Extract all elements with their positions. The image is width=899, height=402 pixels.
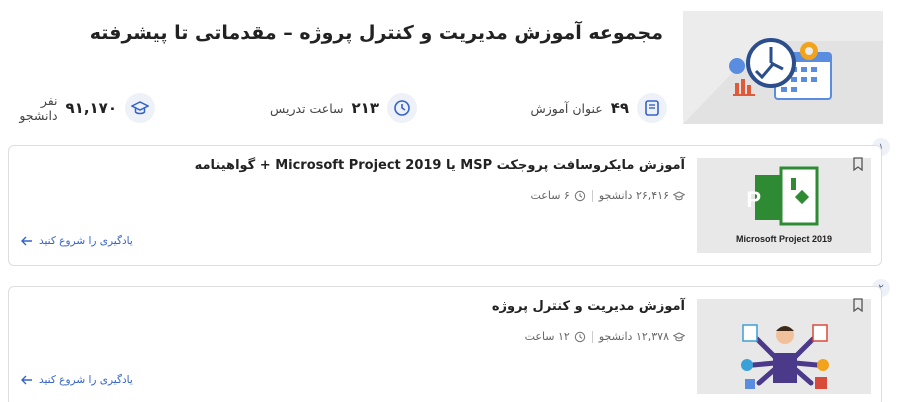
hours-count: ۲۱۳: [351, 99, 379, 117]
meta-divider: [591, 189, 593, 202]
course-card[interactable]: آموزش مدیریت و کنترل پروژه ۱۲,۳۷۸ دانشجو…: [8, 286, 882, 402]
student-count-text: ۲۶,۴۱۶ دانشجو: [598, 189, 669, 202]
students-label: نفر دانشجو: [19, 93, 58, 123]
clock-icon: [574, 331, 586, 342]
start-learning-label: یادگیری را شروع کنید: [39, 374, 133, 386]
clock-icon: [387, 93, 417, 123]
graduation-cap-icon: [673, 331, 685, 341]
page-title: مجموعه آموزش مدیریت و کنترل پروژه – مقدم…: [89, 22, 663, 44]
graduation-cap-icon: [125, 93, 155, 123]
meta-divider: [591, 330, 593, 343]
clock-icon: [574, 190, 586, 201]
students-stat: ۹۱,۱۷۰ نفر دانشجو: [0, 93, 155, 123]
course-card[interactable]: P Microsoft Project 2019 آموزش مایکروساف…: [8, 145, 882, 266]
duration-text: ۶ ساعت: [530, 189, 570, 202]
course-thumbnail[interactable]: [697, 299, 871, 394]
arrow-left-icon: [21, 375, 32, 385]
duration: ۱۲ ساعت: [525, 330, 586, 343]
lessons-label: عنوان آموزش: [530, 100, 603, 116]
graduation-cap-icon: [673, 190, 685, 200]
course-thumbnail[interactable]: P Microsoft Project 2019: [697, 158, 871, 253]
course-title[interactable]: آموزش مایکروسافت پروجکت MSP یا Microsoft…: [195, 158, 685, 173]
student-count: ۱۲,۳۷۸ دانشجو: [599, 330, 685, 343]
student-count-text: ۱۲,۳۷۸ دانشجو: [598, 330, 669, 343]
start-learning-link[interactable]: یادگیری را شروع کنید: [21, 235, 133, 247]
bookmark-icon[interactable]: [851, 156, 865, 172]
course-meta: ۲۶,۴۱۶ دانشجو ۶ ساعت: [530, 189, 685, 202]
lessons-count: ۴۹: [610, 99, 629, 117]
hours-label: ساعت تدریس: [270, 100, 344, 116]
arrow-left-icon: [21, 236, 32, 246]
start-learning-label: یادگیری را شروع کنید: [39, 235, 133, 247]
course-meta: ۱۲,۳۷۸ دانشجو ۱۲ ساعت: [525, 330, 685, 343]
hours-stat: ۲۱۳ ساعت تدریس: [270, 93, 417, 123]
lessons-stat: ۴۹ عنوان آموزش: [530, 93, 667, 123]
svg-text:P: P: [746, 187, 761, 212]
thumbnail-caption: Microsoft Project 2019: [735, 234, 833, 244]
course-title[interactable]: آموزش مدیریت و کنترل پروژه: [492, 299, 685, 314]
student-count: ۲۶,۴۱۶ دانشجو: [599, 189, 685, 202]
book-icon: [637, 93, 667, 123]
start-learning-link[interactable]: یادگیری را شروع کنید: [21, 374, 133, 386]
students-count: ۹۱,۱۷۰: [65, 99, 117, 117]
collection-thumbnail: [683, 11, 883, 124]
duration: ۶ ساعت: [530, 189, 586, 202]
duration-text: ۱۲ ساعت: [524, 330, 570, 343]
bookmark-icon[interactable]: [851, 297, 865, 313]
